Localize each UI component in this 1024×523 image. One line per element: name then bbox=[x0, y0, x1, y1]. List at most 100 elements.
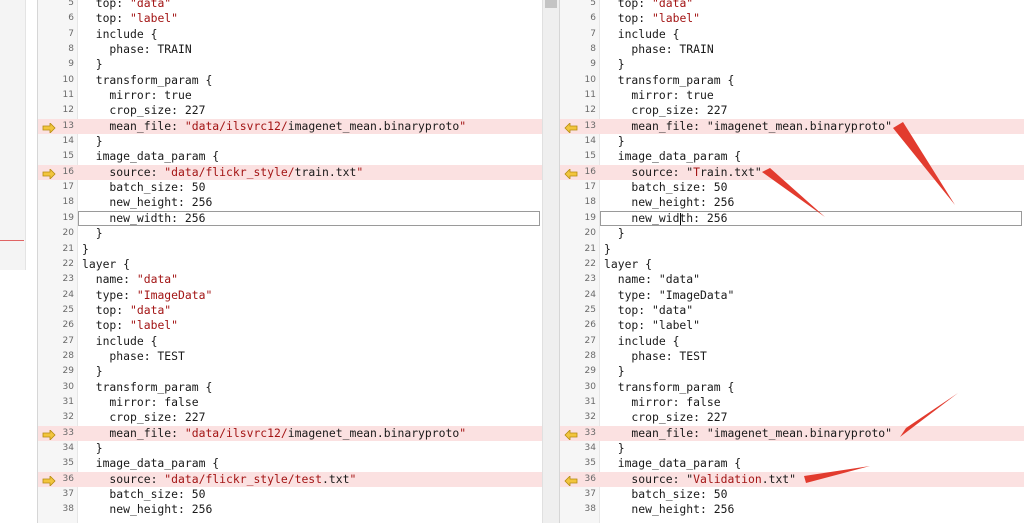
code-line[interactable]: 13 mean_file: "data/ilsvrc12/imagenet_me… bbox=[38, 118, 542, 135]
code-line[interactable]: 23 name: "data" bbox=[560, 272, 1024, 287]
code-text: } bbox=[604, 242, 611, 257]
code-line[interactable]: 14 } bbox=[38, 134, 542, 149]
code-line[interactable]: 18 new_height: 256 bbox=[38, 195, 542, 210]
code-token: source: " bbox=[604, 471, 694, 486]
code-line[interactable]: 9 } bbox=[38, 57, 542, 72]
code-line[interactable]: 21} bbox=[560, 242, 1024, 257]
code-line[interactable]: 24 type: "ImageData" bbox=[38, 288, 542, 303]
code-line[interactable]: 29 } bbox=[38, 364, 542, 379]
code-line[interactable]: 6 top: "label" bbox=[560, 11, 1024, 26]
code-line[interactable]: 38 new_height: 256 bbox=[38, 502, 542, 517]
code-text: image_data_param { bbox=[604, 149, 741, 164]
code-line[interactable]: 22 layer { bbox=[38, 257, 542, 272]
string-token: " bbox=[459, 425, 467, 440]
code-line[interactable]: 11 mirror: true bbox=[560, 88, 1024, 103]
code-line[interactable]: 27 include { bbox=[560, 334, 1024, 349]
code-line[interactable]: 16 source: "data/flickr_style/train.txt" bbox=[38, 164, 542, 181]
code-line[interactable]: 17 batch_size: 50 bbox=[38, 180, 542, 195]
code-line[interactable]: 19 new_width: 256 bbox=[560, 210, 1024, 227]
code-line[interactable]: 32 crop_size: 227 bbox=[38, 410, 542, 425]
code-line[interactable]: 13 mean_file: "imagenet_mean.binaryproto… bbox=[560, 118, 1024, 135]
code-line[interactable]: 14 } bbox=[560, 134, 1024, 149]
code-token: top: bbox=[604, 11, 653, 26]
code-line[interactable]: 6 top: "label" bbox=[38, 11, 542, 26]
code-line[interactable]: 22 layer { bbox=[560, 257, 1024, 272]
right-editor-pane[interactable]: 5 top: "data" 6 top: "label" 7 include {8 … bbox=[559, 0, 1024, 523]
scrollbar-thumb[interactable] bbox=[545, 0, 557, 8]
code-token: crop_size: 227 bbox=[604, 410, 728, 425]
code-line[interactable]: 21} bbox=[38, 242, 542, 257]
code-token: mirror: false bbox=[82, 394, 199, 409]
code-token: phase: TRAIN bbox=[82, 42, 192, 57]
code-line[interactable]: 26 top: "label" bbox=[560, 318, 1024, 333]
code-line[interactable]: 37 batch_size: 50 bbox=[560, 487, 1024, 502]
code-line[interactable]: 8 phase: TRAIN bbox=[38, 42, 542, 57]
code-line[interactable]: 7 include { bbox=[560, 27, 1024, 42]
code-line[interactable]: 7 include { bbox=[38, 27, 542, 42]
code-line[interactable]: 28 phase: TEST bbox=[560, 349, 1024, 364]
code-line[interactable]: 18 new_height: 256 bbox=[560, 195, 1024, 210]
code-line[interactable]: 9 } bbox=[560, 57, 1024, 72]
code-token: top: bbox=[604, 0, 653, 10]
code-line[interactable]: 35 image_data_param { bbox=[38, 456, 542, 471]
code-line[interactable]: 36 source: "data/flickr_style/test.txt" bbox=[38, 471, 542, 487]
code-line[interactable]: 29 } bbox=[560, 364, 1024, 379]
code-line[interactable]: 26 top: "label" bbox=[38, 318, 542, 333]
code-token: source: bbox=[82, 471, 165, 486]
code-text: include { bbox=[82, 333, 158, 349]
code-line[interactable]: 35 image_data_param { bbox=[560, 456, 1024, 471]
code-line[interactable]: 30 transform_param { bbox=[560, 380, 1024, 395]
code-token: } bbox=[604, 364, 625, 379]
code-line[interactable]: 31 mirror: false bbox=[560, 395, 1024, 410]
code-line[interactable]: 5 top: "data" bbox=[38, 0, 542, 11]
code-text: crop_size: 227 bbox=[604, 410, 727, 425]
code-line[interactable]: 37 batch_size: 50 bbox=[38, 487, 542, 502]
code-token: transform_param { bbox=[82, 72, 213, 87]
code-line[interactable]: 20 } bbox=[38, 226, 542, 241]
left-editor-pane[interactable]: 5 top: "data" 6 top: "label" 7 include {8 … bbox=[37, 0, 542, 523]
code-line[interactable]: 10 transform_param { bbox=[38, 73, 542, 88]
code-line[interactable]: 33 mean_file: "data/ilsvrc12/imagenet_me… bbox=[38, 425, 542, 441]
arrow-left-icon[interactable] bbox=[564, 474, 578, 487]
code-token: image_data_param { bbox=[604, 149, 742, 164]
vertical-scrollbar[interactable] bbox=[542, 0, 559, 523]
code-line[interactable]: 8 phase: TRAIN bbox=[560, 42, 1024, 57]
arrow-right-icon[interactable] bbox=[42, 428, 56, 441]
arrow-left-icon[interactable] bbox=[564, 167, 578, 180]
code-line[interactable]: 32 crop_size: 227 bbox=[560, 410, 1024, 425]
code-line[interactable]: 28 phase: TEST bbox=[38, 349, 542, 364]
code-line[interactable]: 36 source: "Validation.txt" bbox=[560, 471, 1024, 487]
code-line[interactable]: 27 include { bbox=[38, 334, 542, 349]
code-text: mirror: true bbox=[604, 88, 713, 103]
code-line[interactable]: 25 top: "data" bbox=[38, 303, 542, 318]
code-line[interactable]: 30 transform_param { bbox=[38, 380, 542, 395]
code-line[interactable]: 31 mirror: false bbox=[38, 395, 542, 410]
code-line[interactable]: 11 mirror: true bbox=[38, 88, 542, 103]
code-line[interactable]: 15 image_data_param { bbox=[560, 149, 1024, 164]
code-line[interactable]: 19 new_width: 256 bbox=[38, 210, 542, 227]
code-line[interactable]: 25 top: "data" bbox=[560, 303, 1024, 318]
code-line[interactable]: 20 } bbox=[560, 226, 1024, 241]
code-line[interactable]: 33 mean_file: "imagenet_mean.binaryproto… bbox=[560, 425, 1024, 441]
arrow-left-icon[interactable] bbox=[564, 428, 578, 441]
code-line[interactable]: 38 new_height: 256 bbox=[560, 502, 1024, 517]
code-line[interactable]: 5 top: "data" bbox=[560, 0, 1024, 11]
code-line[interactable]: 17 batch_size: 50 bbox=[560, 180, 1024, 195]
arrow-right-icon[interactable] bbox=[42, 121, 56, 134]
code-line[interactable]: 24 type: "ImageData" bbox=[560, 288, 1024, 303]
code-line[interactable]: 10 transform_param { bbox=[560, 73, 1024, 88]
string-token: " bbox=[356, 164, 364, 179]
code-token: include { bbox=[82, 333, 158, 348]
code-line[interactable]: 12 crop_size: 227 bbox=[38, 103, 542, 118]
code-line[interactable]: 12 crop_size: 227 bbox=[560, 103, 1024, 118]
code-line[interactable]: 15 image_data_param { bbox=[38, 149, 542, 164]
code-token: top: "data" bbox=[604, 302, 694, 317]
code-line[interactable]: 34 } bbox=[560, 441, 1024, 456]
arrow-right-icon[interactable] bbox=[42, 474, 56, 487]
code-line[interactable]: 23 name: "data" bbox=[38, 272, 542, 287]
code-line[interactable]: 16 source: "Train.txt" bbox=[560, 164, 1024, 181]
line-number: 9 bbox=[68, 59, 74, 70]
code-line[interactable]: 34 } bbox=[38, 441, 542, 456]
arrow-left-icon[interactable] bbox=[564, 121, 578, 134]
arrow-right-icon[interactable] bbox=[42, 167, 56, 180]
